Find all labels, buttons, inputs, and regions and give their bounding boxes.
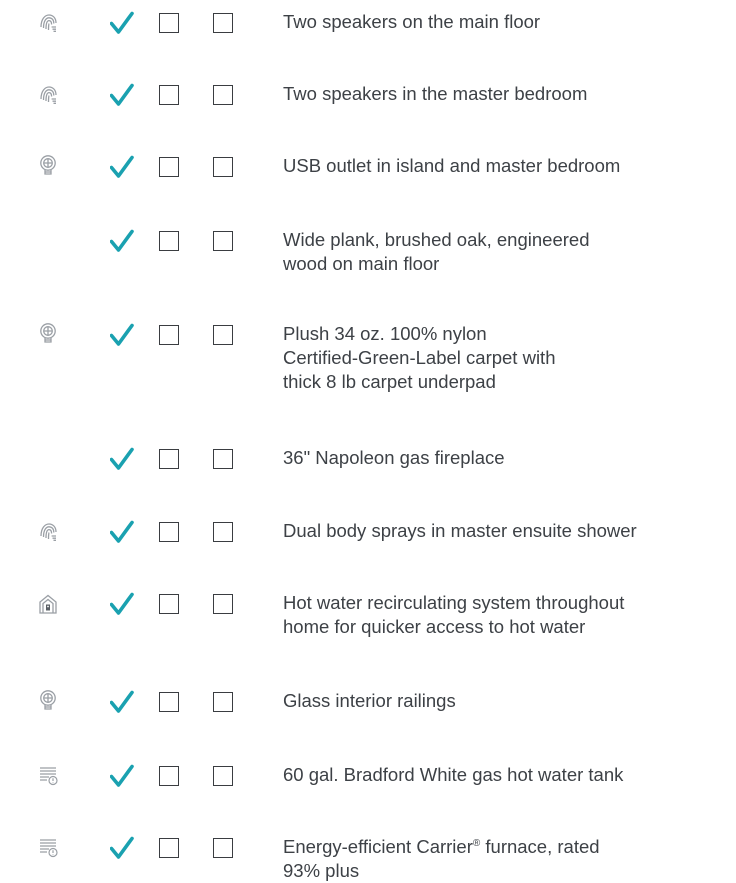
included-check-icon bbox=[110, 592, 134, 616]
option-checkbox[interactable] bbox=[159, 766, 179, 786]
option-checkbox[interactable] bbox=[159, 449, 179, 469]
option-checkbox[interactable] bbox=[213, 449, 233, 469]
option-checkbox[interactable] bbox=[213, 231, 233, 251]
feature-label: Two speakers in the master bedroom bbox=[283, 83, 588, 104]
option-checkbox[interactable] bbox=[213, 838, 233, 858]
house-icon bbox=[37, 593, 59, 615]
option-checkbox[interactable] bbox=[213, 325, 233, 345]
fingerprint-icon bbox=[37, 84, 59, 106]
feature-label: Energy-efficient Carrier® furnace, rated… bbox=[283, 835, 723, 883]
included-check-icon bbox=[110, 447, 134, 471]
option-checkbox[interactable] bbox=[159, 522, 179, 542]
lightbulb-icon bbox=[37, 322, 59, 344]
option-checkbox[interactable] bbox=[159, 325, 179, 345]
option-checkbox[interactable] bbox=[159, 157, 179, 177]
gauge-icon bbox=[37, 764, 59, 786]
lightbulb-icon bbox=[37, 689, 59, 711]
feature-label: Dual body sprays in master ensuite showe… bbox=[283, 520, 637, 541]
feature-label: Two speakers on the main floor bbox=[283, 11, 541, 32]
feature-label-part: Energy-efficient Carrier bbox=[283, 836, 473, 857]
option-checkbox[interactable] bbox=[213, 766, 233, 786]
included-check-icon bbox=[110, 323, 134, 347]
included-check-icon bbox=[110, 520, 134, 544]
feature-label: Glass interior railings bbox=[283, 690, 456, 711]
option-checkbox[interactable] bbox=[213, 522, 233, 542]
option-checkbox[interactable] bbox=[159, 594, 179, 614]
included-check-icon bbox=[110, 836, 134, 860]
feature-label: Plush 34 oz. 100% nylon Certified-Green-… bbox=[283, 323, 556, 392]
option-checkbox[interactable] bbox=[159, 838, 179, 858]
option-checkbox[interactable] bbox=[213, 13, 233, 33]
gauge-icon bbox=[37, 836, 59, 858]
feature-label: Hot water recirculating system throughou… bbox=[283, 592, 625, 637]
feature-label: Wide plank, brushed oak, engineered wood… bbox=[283, 229, 590, 274]
option-checkbox[interactable] bbox=[159, 231, 179, 251]
included-check-icon bbox=[110, 11, 134, 35]
included-check-icon bbox=[110, 690, 134, 714]
fingerprint-icon bbox=[37, 521, 59, 543]
option-checkbox[interactable] bbox=[213, 157, 233, 177]
lightbulb-icon bbox=[37, 154, 59, 176]
included-check-icon bbox=[110, 229, 134, 253]
option-checkbox[interactable] bbox=[213, 85, 233, 105]
option-checkbox[interactable] bbox=[213, 594, 233, 614]
fingerprint-icon bbox=[37, 12, 59, 34]
included-check-icon bbox=[110, 83, 134, 107]
option-checkbox[interactable] bbox=[159, 85, 179, 105]
included-check-icon bbox=[110, 155, 134, 179]
option-checkbox[interactable] bbox=[159, 13, 179, 33]
feature-label: 60 gal. Bradford White gas hot water tan… bbox=[283, 764, 624, 785]
feature-label: USB outlet in island and master bedroom bbox=[283, 155, 621, 176]
option-checkbox[interactable] bbox=[159, 692, 179, 712]
included-check-icon bbox=[110, 764, 134, 788]
option-checkbox[interactable] bbox=[213, 692, 233, 712]
feature-label: 36" Napoleon gas fireplace bbox=[283, 447, 505, 468]
